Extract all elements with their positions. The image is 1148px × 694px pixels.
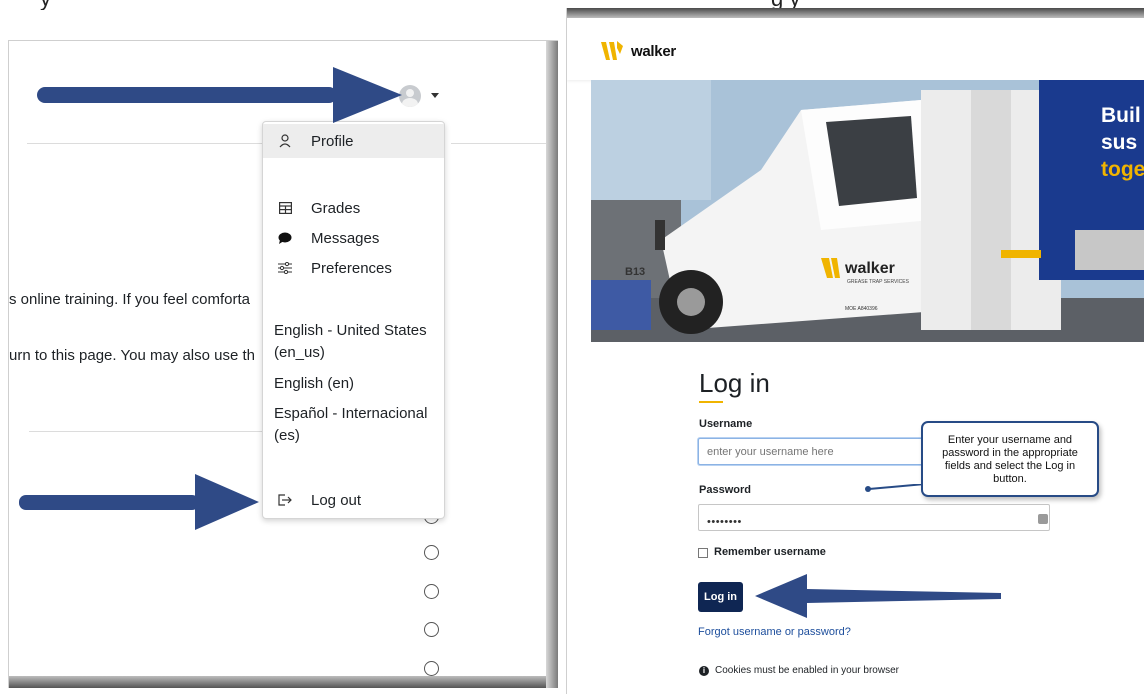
site-header: walker — [567, 18, 1144, 80]
menu-item-label: Messages — [311, 229, 380, 247]
grades-table-icon — [277, 200, 293, 216]
menu-item-profile[interactable]: Profile — [263, 124, 444, 158]
password-input[interactable] — [698, 504, 1050, 531]
info-icon: i — [699, 665, 709, 676]
menu-item-logout[interactable]: Log out — [263, 486, 444, 514]
radio-option[interactable] — [424, 584, 439, 599]
page-text-line-2: urn to this page. You may also use th — [9, 347, 255, 364]
forgot-password-link[interactable]: Forgot username or password? — [698, 626, 851, 638]
right-screenshot: walker B13 walker GREASE TRAP SERVICES M… — [566, 8, 1144, 694]
password-manager-icon[interactable] — [1038, 514, 1048, 524]
menu-item-label: Profile — [311, 132, 354, 150]
cookies-notice: i Cookies must be enabled in your browse… — [699, 665, 899, 676]
walker-logo[interactable]: walker — [601, 38, 676, 64]
user-menu-dropdown: Profile Grades Messages Preferences Engl… — [262, 121, 445, 519]
title-underline — [699, 401, 723, 403]
chevron-down-icon[interactable] — [431, 93, 439, 98]
radio-option[interactable] — [424, 545, 439, 560]
menu-item-messages[interactable]: Messages — [263, 225, 444, 251]
cookies-notice-text: Cookies must be enabled in your browser — [715, 665, 899, 676]
hero-truck-image: B13 walker GREASE TRAP SERVICES MOE A840… — [591, 80, 1144, 342]
truck-door-logo: walker — [845, 260, 895, 277]
user-avatar[interactable] — [399, 85, 421, 107]
menu-item-grades[interactable]: Grades — [263, 195, 444, 221]
menu-item-preferences[interactable]: Preferences — [263, 255, 444, 281]
language-option-es[interactable]: Español - Internacional (es) — [274, 403, 434, 447]
truck-number: B13 — [625, 266, 646, 278]
speech-bubble-icon — [277, 230, 293, 246]
person-icon — [277, 133, 293, 149]
hero-side-text: Buil sus toge — [1101, 104, 1144, 181]
radio-option[interactable] — [424, 661, 439, 676]
radio-option[interactable] — [424, 622, 439, 637]
frame-shadow — [9, 676, 558, 688]
callout-pointer — [865, 484, 925, 492]
caption-left-fragment: y — [40, 0, 51, 10]
login-button[interactable]: Log in — [698, 582, 743, 612]
header-divider — [27, 143, 287, 144]
annotation-arrow-logout — [19, 474, 259, 530]
walker-logo-text: walker — [631, 42, 676, 60]
menu-item-label: Grades — [311, 199, 361, 217]
content-divider — [29, 431, 264, 432]
sliders-icon — [277, 260, 293, 276]
login-title: Log in — [699, 368, 770, 398]
menu-item-label: Log out — [311, 491, 362, 509]
remember-username-checkbox[interactable] — [698, 548, 708, 558]
logout-icon — [277, 492, 293, 508]
instruction-callout: Enter your username and password in the … — [921, 421, 1099, 497]
header-divider-right — [451, 143, 558, 144]
truck-moe-text: MOE A840396 — [845, 306, 878, 312]
password-label: Password — [699, 484, 751, 496]
language-option-en-us[interactable]: English - United States (en_us) — [274, 320, 434, 364]
left-screenshot: s online training. If you feel comforta … — [8, 40, 558, 688]
username-label: Username — [699, 418, 753, 430]
walker-logo-icon — [601, 41, 623, 60]
page-text-line-1: s online training. If you feel comforta — [9, 291, 250, 308]
language-option-en[interactable]: English (en) — [274, 373, 434, 395]
annotation-arrow-login — [755, 574, 1001, 618]
annotation-arrow-avatar — [37, 67, 402, 123]
remember-username-label: Remember username — [714, 546, 826, 558]
password-value: •••••••• — [707, 516, 742, 528]
truck-door-subtitle: GREASE TRAP SERVICES — [847, 279, 909, 285]
menu-item-label: Preferences — [311, 259, 392, 277]
